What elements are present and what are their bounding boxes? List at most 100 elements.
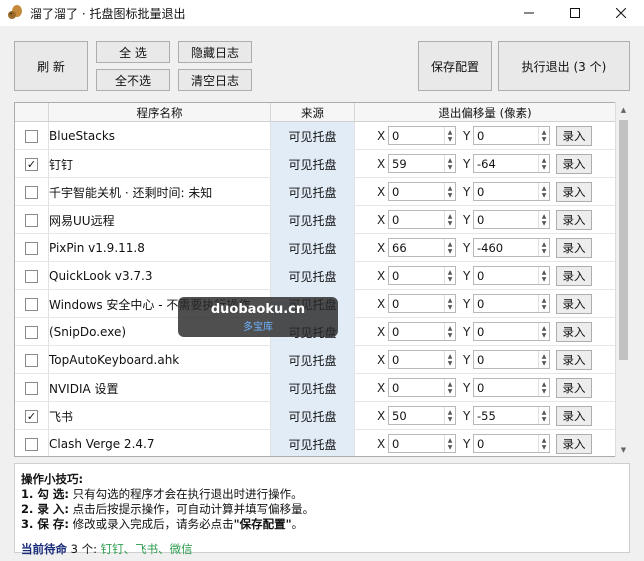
record-button[interactable]: 录入 [556,350,592,370]
spinner-arrows-icon[interactable]: ▲ ▼ [444,239,455,256]
row-checkbox[interactable] [25,381,38,395]
spinner-arrows-icon[interactable]: ▲ ▼ [538,211,549,228]
row-checkbox-cell[interactable] [25,234,38,262]
header-name[interactable]: 程序名称 [49,103,271,122]
table-row[interactable]: PixPin v1.9.11.8 可见托盘 X 66 ▲ ▼ Y -460 ▲ ▼ 录入 [15,234,615,262]
x-offset-input[interactable]: 0 ▲ ▼ [388,350,456,369]
record-button[interactable]: 录入 [556,294,592,314]
table-row[interactable]: ✓ 飞书 可见托盘 X 50 ▲ ▼ Y -55 ▲ ▼ 录入 [15,402,615,430]
scroll-up-icon[interactable]: ▲ [616,102,631,117]
y-offset-input[interactable]: 0 ▲ ▼ [473,350,550,369]
row-checkbox[interactable] [25,297,38,311]
x-offset-input[interactable]: 0 ▲ ▼ [388,434,456,453]
spinner-arrows-icon[interactable]: ▲ ▼ [444,379,455,396]
row-checkbox[interactable] [25,129,38,143]
row-checkbox-cell[interactable] [25,430,38,456]
row-checkbox-cell[interactable] [25,290,38,318]
row-checkbox[interactable] [25,213,38,227]
spinner-arrows-icon[interactable]: ▲ ▼ [444,155,455,172]
spinner-arrows-icon[interactable]: ▲ ▼ [538,155,549,172]
x-offset-input[interactable]: 0 ▲ ▼ [388,182,456,201]
record-button[interactable]: 录入 [556,322,592,342]
spinner-arrows-icon[interactable]: ▲ ▼ [538,435,549,452]
scroll-thumb[interactable] [619,120,628,360]
x-offset-input[interactable]: 50 ▲ ▼ [388,406,456,425]
row-checkbox[interactable] [25,185,38,199]
hide-log-button[interactable]: 隐藏日志 [178,41,252,63]
select-none-button[interactable]: 全不选 [96,69,170,91]
table-row[interactable]: 网易UU远程 可见托盘 X 0 ▲ ▼ Y 0 ▲ ▼ 录入 [15,206,615,234]
record-button[interactable]: 录入 [556,126,592,146]
table-row[interactable]: 千宇智能关机 · 还剩时间: 未知 可见托盘 X 0 ▲ ▼ Y 0 ▲ ▼ 录入 [15,178,615,206]
save-config-button[interactable]: 保存配置 [418,41,492,91]
row-checkbox-cell[interactable] [25,374,38,402]
row-checkbox[interactable]: ✓ [25,409,38,423]
row-checkbox[interactable]: ✓ [25,157,38,171]
record-button[interactable]: 录入 [556,434,592,454]
spinner-arrows-icon[interactable]: ▲ ▼ [444,295,455,312]
spinner-arrows-icon[interactable]: ▲ ▼ [538,323,549,340]
row-checkbox-cell[interactable] [25,122,38,150]
record-button[interactable]: 录入 [556,266,592,286]
spinner-arrows-icon[interactable]: ▲ ▼ [444,435,455,452]
spinner-arrows-icon[interactable]: ▲ ▼ [444,267,455,284]
row-checkbox[interactable] [25,437,38,451]
scroll-down-icon[interactable]: ▼ [616,442,631,457]
spinner-arrows-icon[interactable]: ▲ ▼ [538,267,549,284]
spinner-arrows-icon[interactable]: ▲ ▼ [444,407,455,424]
row-checkbox[interactable] [25,269,38,283]
row-checkbox-cell[interactable] [25,318,38,346]
row-checkbox[interactable] [25,325,38,339]
y-offset-input[interactable]: 0 ▲ ▼ [473,434,550,453]
spinner-arrows-icon[interactable]: ▲ ▼ [444,211,455,228]
row-checkbox-cell[interactable] [25,206,38,234]
row-checkbox-cell[interactable]: ✓ [25,150,38,178]
spinner-arrows-icon[interactable]: ▲ ▼ [538,295,549,312]
row-checkbox[interactable] [25,241,38,255]
spinner-arrows-icon[interactable]: ▲ ▼ [538,351,549,368]
row-checkbox-cell[interactable]: ✓ [25,402,38,430]
record-button[interactable]: 录入 [556,182,592,202]
spinner-arrows-icon[interactable]: ▲ ▼ [538,239,549,256]
x-offset-input[interactable]: 59 ▲ ▼ [388,154,456,173]
spinner-arrows-icon[interactable]: ▲ ▼ [538,407,549,424]
row-checkbox-cell[interactable] [25,346,38,374]
spinner-arrows-icon[interactable]: ▲ ▼ [538,379,549,396]
y-offset-input[interactable]: 0 ▲ ▼ [473,182,550,201]
spinner-arrows-icon[interactable]: ▲ ▼ [538,127,549,144]
record-button[interactable]: 录入 [556,210,592,230]
table-row[interactable]: ✓ 钉钉 可见托盘 X 59 ▲ ▼ Y -64 ▲ ▼ 录入 [15,150,615,178]
x-offset-input[interactable]: 0 ▲ ▼ [388,126,456,145]
x-offset-input[interactable]: 66 ▲ ▼ [388,238,456,257]
y-offset-input[interactable]: 0 ▲ ▼ [473,266,550,285]
y-offset-input[interactable]: 0 ▲ ▼ [473,378,550,397]
minimize-button[interactable] [506,0,552,26]
row-checkbox-cell[interactable] [25,178,38,206]
record-button[interactable]: 录入 [556,378,592,398]
header-source[interactable]: 来源 [271,103,355,122]
x-offset-input[interactable]: 0 ▲ ▼ [388,294,456,313]
table-row[interactable]: NVIDIA 设置 可见托盘 X 0 ▲ ▼ Y 0 ▲ ▼ 录入 [15,374,615,402]
record-button[interactable]: 录入 [556,154,592,174]
spinner-arrows-icon[interactable]: ▲ ▼ [444,323,455,340]
header-checkbox-col[interactable] [15,103,49,122]
x-offset-input[interactable]: 0 ▲ ▼ [388,378,456,397]
record-button[interactable]: 录入 [556,406,592,426]
spinner-arrows-icon[interactable]: ▲ ▼ [444,183,455,200]
clear-log-button[interactable]: 清空日志 [178,69,252,91]
row-checkbox[interactable] [25,353,38,367]
x-offset-input[interactable]: 0 ▲ ▼ [388,322,456,341]
x-offset-input[interactable]: 0 ▲ ▼ [388,210,456,229]
y-offset-input[interactable]: -64 ▲ ▼ [473,154,550,173]
spinner-arrows-icon[interactable]: ▲ ▼ [444,127,455,144]
close-button[interactable] [598,0,644,26]
y-offset-input[interactable]: -460 ▲ ▼ [473,238,550,257]
table-row[interactable]: QuickLook v3.7.3 可见托盘 X 0 ▲ ▼ Y 0 ▲ ▼ 录入 [15,262,615,290]
execute-exit-button[interactable]: 执行退出 (3 个) [498,41,630,91]
record-button[interactable]: 录入 [556,238,592,258]
y-offset-input[interactable]: -55 ▲ ▼ [473,406,550,425]
row-checkbox-cell[interactable] [25,262,38,290]
refresh-button[interactable]: 刷 新 [14,41,88,91]
table-row[interactable]: TopAutoKeyboard.ahk 可见托盘 X 0 ▲ ▼ Y 0 ▲ ▼ 录入 [15,346,615,374]
y-offset-input[interactable]: 0 ▲ ▼ [473,294,550,313]
